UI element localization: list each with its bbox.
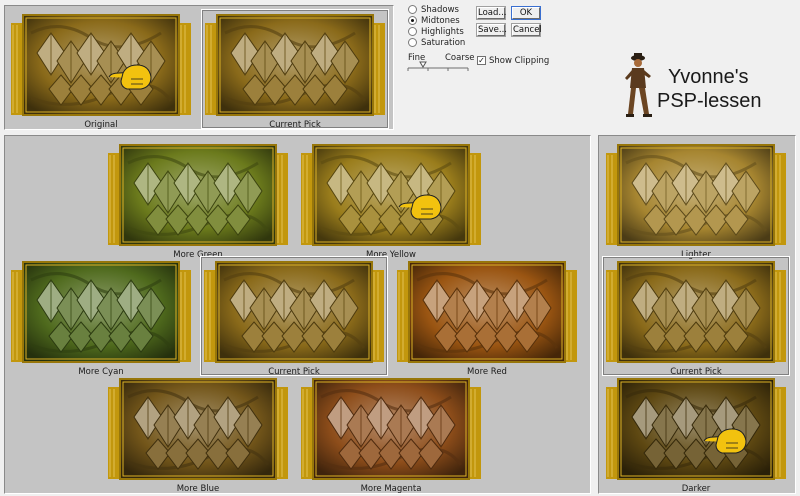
original-image [11,14,191,116]
original-thumbnail: Original [7,9,195,130]
more-yellow-thumbnail[interactable]: More Yellow [297,139,485,260]
current-pick-thumbnail[interactable]: Current Pick [201,9,389,130]
radio-highlights[interactable]: Highlights [408,26,464,37]
fine-coarse-slider[interactable] [406,61,472,73]
radio-button[interactable] [408,5,417,14]
radio-button[interactable] [408,38,417,47]
save-button[interactable]: Save... [477,24,507,36]
radio-button[interactable] [408,27,417,36]
radio-label: Highlights [421,26,464,37]
more-magenta-thumbnail[interactable]: More Magenta [297,373,485,494]
darker-image [606,378,786,480]
radio-midtones[interactable]: Midtones [408,15,460,26]
more-cyan-thumbnail[interactable]: More Cyan [7,256,195,377]
more-cyan-image [11,261,191,363]
radio-label: Shadows [421,4,459,15]
more-green-thumbnail[interactable]: More Green [104,139,292,260]
current-pick-caption: Current Pick [269,120,321,130]
center-current-pick-thumbnail[interactable]: Current Pick [200,256,388,377]
more-yellow-image [301,144,481,246]
preview-panel: Original Current Pick [4,5,394,130]
lightness-variations-panel: Lighter Current Pick Darker [598,135,796,494]
darker-caption: Darker [681,484,711,494]
load-button[interactable]: Load... [477,7,507,19]
radio-saturation[interactable]: Saturation [408,37,465,48]
lightness-current-pick-image [606,261,786,363]
radio-label: Saturation [421,37,466,48]
current-pick-image [205,14,385,116]
color-variations-panel: More Green More Yellow More Cyan Current… [4,135,591,494]
more-blue-caption: More Blue [176,484,220,494]
slider-thumb [419,61,427,68]
more-red-thumbnail[interactable]: More Red [393,256,581,377]
radio-button[interactable] [408,16,417,25]
more-magenta-image [301,378,481,480]
original-caption: Original [84,120,118,130]
more-blue-thumbnail[interactable]: More Blue [104,373,292,494]
dancer-figure-icon [625,53,652,117]
lighter-image [606,144,786,246]
more-magenta-caption: More Magenta [360,484,422,494]
radio-shadows[interactable]: Shadows [408,4,459,15]
more-green-image [108,144,288,246]
radio-label: Midtones [421,15,460,26]
darker-thumbnail[interactable]: Darker [602,373,790,494]
center-current-pick-image [204,261,384,363]
logo-line2: PSP-lessen [657,90,762,112]
show-clipping-label: Show Clipping [489,56,550,66]
ok-button[interactable]: OK [512,7,540,19]
lighter-thumbnail[interactable]: Lighter [602,139,790,260]
more-red-image [397,261,577,363]
logo-line1: Yvonne's [668,66,749,88]
show-clipping-checkbox[interactable]: ✓ [477,56,486,65]
cancel-button[interactable]: Cancel [512,24,542,36]
lightness-current-pick-thumbnail[interactable]: Current Pick [602,256,790,377]
more-blue-image [108,378,288,480]
